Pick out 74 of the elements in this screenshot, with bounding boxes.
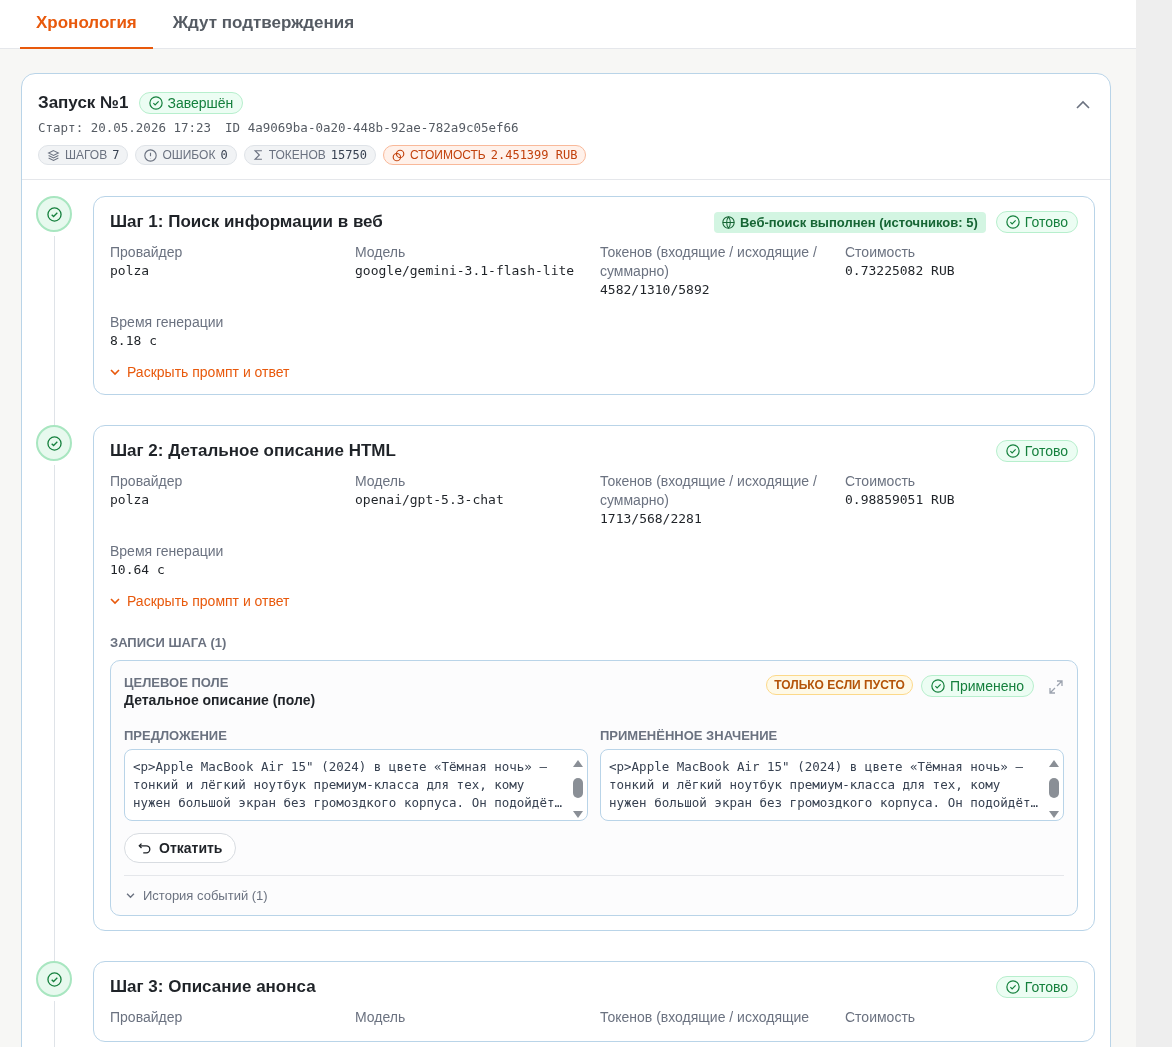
expand-link[interactable]: Раскрыть промпт и ответ: [110, 593, 290, 609]
target-value: Детальное описание (поле): [124, 692, 317, 708]
stat-chip: ОШИБОК 0: [135, 145, 237, 165]
field-value: 1713/568/2281: [600, 510, 703, 528]
field-value: openai/gpt-5.3-chat: [355, 491, 505, 509]
stat-chip: СТОИМОСТЬ 2.451399 RUB: [382, 145, 587, 165]
sigma-icon: [252, 149, 264, 161]
step-title: Шаг 2: Детальное описание HTML: [110, 441, 397, 461]
chevron-down-icon: [110, 368, 120, 376]
field-value: polza: [110, 491, 151, 509]
field-label: Стоимость: [845, 472, 917, 491]
scrollbar[interactable]: [1047, 758, 1061, 820]
check-circle-icon: [1005, 215, 1020, 229]
tab[interactable]: Хронология: [20, 0, 153, 49]
scrollbar[interactable]: [571, 758, 585, 820]
check-circle-icon: [46, 206, 62, 222]
field-label: Токенов (входящие / исходящие / суммарно): [600, 243, 818, 281]
check-circle-icon: [1005, 980, 1020, 994]
field-label: Стоимость: [845, 243, 917, 262]
status-badge: Готово: [995, 976, 1078, 998]
field-value: polza: [110, 262, 151, 280]
check-circle-icon: [930, 679, 945, 693]
chevron-down-icon: [126, 892, 135, 899]
mode-badge: ТОЛЬКО ЕСЛИ ПУСТО: [766, 675, 913, 695]
chevron-down-icon: [110, 597, 120, 605]
tab[interactable]: Ждут подтверждения: [156, 0, 371, 49]
field-value: 0.98859051 RUB: [845, 491, 956, 509]
field-label: Провайдер: [110, 243, 184, 262]
globe-icon: [721, 215, 735, 229]
check-circle-icon: [148, 96, 163, 110]
status-badge: Завершён: [138, 92, 244, 114]
field-value: 0.73225082 RUB: [845, 262, 956, 280]
step-title: Шаг 1: Поиск информации в веб: [110, 212, 384, 232]
check-circle-icon: [46, 435, 62, 451]
field-label: Провайдер: [110, 1008, 184, 1027]
field-value: 10.64 с: [110, 561, 166, 579]
stat-chip: ШАГОВ 7: [38, 145, 129, 165]
field-label: Время генерации: [110, 313, 225, 332]
section-title: ЗАПИСИ ШАГА (1): [110, 635, 228, 650]
check-circle-icon: [1005, 444, 1020, 458]
field-value: google/gemini-3.1-flash-lite: [355, 262, 576, 280]
column-label: ПРЕДЛОЖЕНИЕ: [124, 728, 228, 743]
column-label: ПРИМЕНЁННОЕ ЗНАЧЕНИЕ: [600, 728, 779, 743]
field-label: Токенов (входящие / исходящие / суммарно): [600, 472, 818, 510]
field-label: Токенов (входящие / исходящие: [600, 1008, 811, 1027]
alert-circle-icon: [144, 148, 158, 162]
field-label: Провайдер: [110, 472, 184, 491]
expand-link[interactable]: Раскрыть промпт и ответ: [110, 364, 290, 380]
undo-icon: [138, 841, 152, 855]
field-label: Модель: [355, 472, 407, 491]
start-time: Старт: 20.05.2026 17:23: [38, 120, 212, 135]
stat-chip: ТОКЕНОВ 15750: [243, 145, 376, 165]
expand-icon[interactable]: [1048, 679, 1064, 695]
status-badge: Применено: [920, 675, 1034, 697]
check-circle-icon: [46, 971, 62, 987]
layers-icon: [47, 148, 60, 162]
coins-icon: [391, 148, 405, 162]
status-badge: Готово: [995, 440, 1078, 462]
field-value: 8.18 с: [110, 332, 158, 350]
field-label: Модель: [355, 1008, 407, 1027]
history-toggle[interactable]: История событий (1): [124, 875, 1064, 903]
field-label: Стоимость: [845, 1008, 917, 1027]
field-value: 4582/1310/5892: [600, 281, 711, 299]
status-badge: Готово: [995, 211, 1078, 233]
field-label: Модель: [355, 243, 407, 262]
web-search-badge: Веб-поиск выполнен (источников: 5): [713, 211, 986, 233]
run-title: Запуск №1: [38, 93, 129, 113]
step-title: Шаг 3: Описание анонса: [110, 977, 317, 997]
code-field[interactable]: <p>Apple MacBook Air 15" (2024) в цвете «Тёмная ночь» — тонкий и лёгкий ноутбук премиум-класса для тех, кому нужен большой экран без громоздкого корпуса. Он подойдёт…: [124, 749, 588, 821]
run-id: ID 4a9069ba-0a20-448b-92ae-782a9c05ef66: [225, 120, 519, 135]
code-field[interactable]: <p>Apple MacBook Air 15" (2024) в цвете «Тёмная ночь» — тонкий и лёгкий ноутбук премиум-класса для тех, кому нужен большой экран без громоздкого корпуса. Он подойдёт…: [600, 749, 1064, 821]
field-label: Время генерации: [110, 542, 225, 561]
target-label: ЦЕЛЕВОЕ ПОЛЕ: [124, 675, 230, 690]
rollback-button[interactable]: Откатить: [124, 833, 237, 863]
